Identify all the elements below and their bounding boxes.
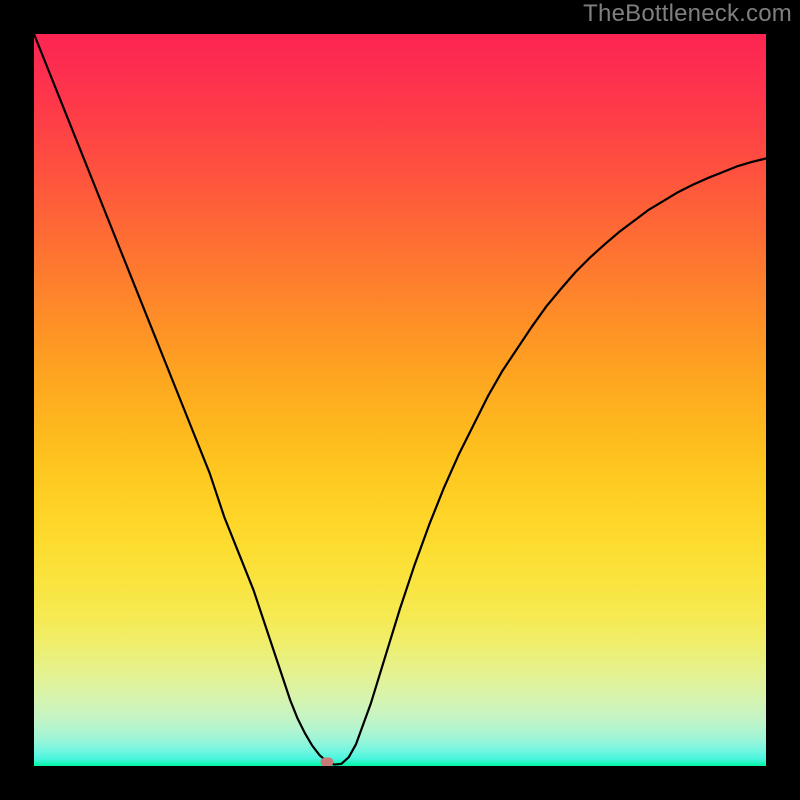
- chart-frame: TheBottleneck.com: [0, 0, 800, 800]
- optimal-point-marker: [320, 758, 333, 766]
- plot-area: [34, 34, 766, 766]
- watermark-text: TheBottleneck.com: [583, 0, 792, 28]
- gradient-background: [34, 34, 766, 766]
- plot-svg: [34, 34, 766, 766]
